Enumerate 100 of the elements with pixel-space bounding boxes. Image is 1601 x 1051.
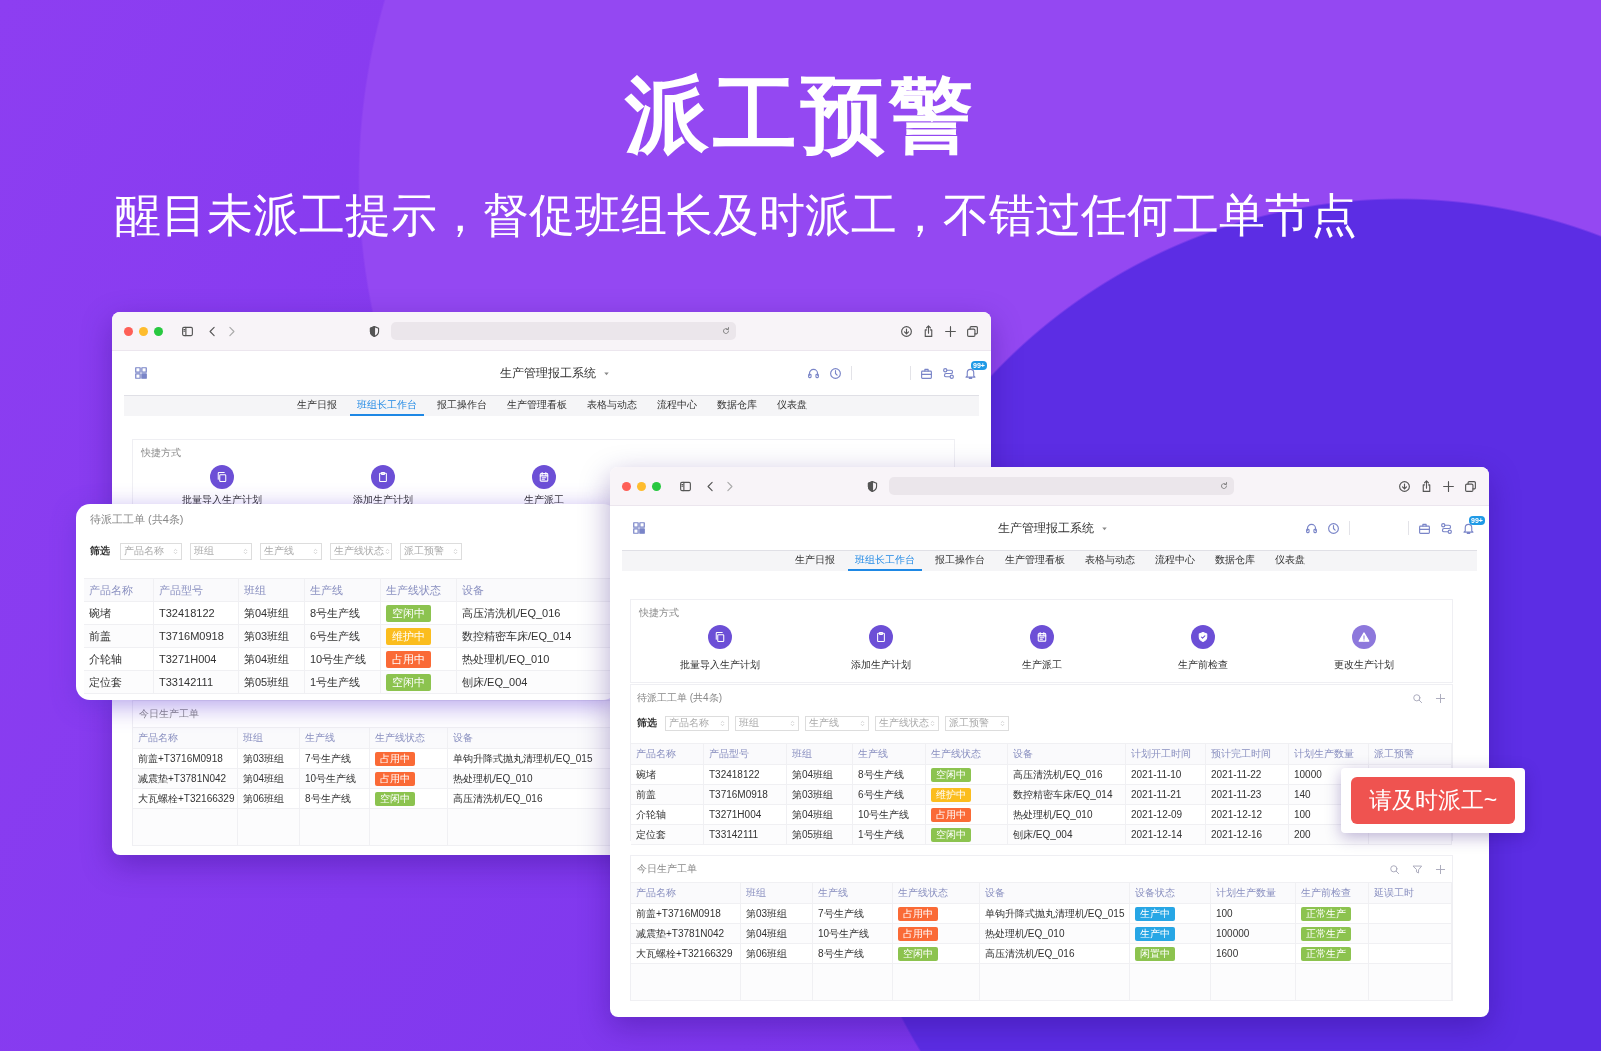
status-tag: 正常生产 bbox=[1301, 926, 1351, 941]
shield-icon[interactable] bbox=[1190, 625, 1215, 649]
nav-tab[interactable]: 数据仓库 bbox=[709, 396, 764, 416]
bell-icon[interactable] bbox=[964, 366, 977, 380]
apps-grid-icon[interactable] bbox=[134, 366, 148, 380]
nav-tab[interactable]: 表格与动态 bbox=[1077, 551, 1142, 571]
add-icon[interactable] bbox=[1435, 863, 1446, 875]
download-icon[interactable] bbox=[900, 324, 913, 338]
clock-icon[interactable] bbox=[1327, 521, 1340, 535]
app-title[interactable]: 生产管理报工系统 bbox=[500, 364, 596, 382]
sidebar-icon[interactable] bbox=[679, 479, 692, 493]
search-icon[interactable] bbox=[1389, 863, 1400, 875]
share-icon[interactable] bbox=[922, 324, 935, 338]
route-icon[interactable] bbox=[942, 366, 955, 380]
maximize-button[interactable] bbox=[652, 481, 661, 491]
shortcut-label[interactable]: 生产前检查 bbox=[1177, 658, 1228, 672]
shortcut-label[interactable]: 生产派工 bbox=[523, 493, 564, 507]
status-tag: 占用中 bbox=[375, 771, 415, 786]
reload-icon[interactable] bbox=[720, 326, 731, 336]
nav-tab[interactable]: 表格与动态 bbox=[579, 396, 644, 416]
search-icon[interactable] bbox=[1412, 692, 1423, 704]
briefcase-icon[interactable] bbox=[920, 366, 933, 380]
status-tag: 正常生产 bbox=[1301, 946, 1351, 961]
tabs-icon[interactable] bbox=[1464, 479, 1477, 493]
filter-label: 筛选 bbox=[90, 544, 110, 558]
nav-tab[interactable]: 流程中心 bbox=[649, 396, 704, 416]
tabs-icon[interactable] bbox=[966, 324, 979, 338]
shortcut-label[interactable]: 更改生产计划 bbox=[1333, 658, 1394, 672]
warning-icon[interactable] bbox=[1351, 625, 1376, 649]
column-header: 班组 bbox=[787, 744, 853, 764]
column-header: 产品名称 bbox=[84, 579, 154, 601]
new-tab-icon[interactable] bbox=[1442, 479, 1455, 493]
headset-icon[interactable] bbox=[807, 366, 820, 380]
shield-icon[interactable] bbox=[367, 324, 381, 338]
nav-tab[interactable]: 数据仓库 bbox=[1207, 551, 1262, 571]
clipboard-icon[interactable] bbox=[370, 465, 395, 489]
clipboard-icon[interactable] bbox=[868, 625, 893, 649]
nav-tab[interactable]: 班组长工作台 bbox=[847, 551, 922, 571]
column-header: 生产线 bbox=[813, 883, 893, 903]
share-icon[interactable] bbox=[1420, 479, 1433, 493]
shortcut-label[interactable]: 批量导入生产计划 bbox=[181, 493, 262, 507]
table-cell: 100000 bbox=[1211, 924, 1296, 943]
route-icon[interactable] bbox=[1440, 521, 1453, 535]
status-tag: 维护中 bbox=[386, 627, 431, 645]
nav-tab[interactable]: 生产管理看板 bbox=[997, 551, 1072, 571]
nav-tab[interactable]: 班组长工作台 bbox=[349, 396, 424, 416]
table-cell: 碗堵 bbox=[631, 765, 704, 784]
nav-tab[interactable]: 仪表盘 bbox=[1267, 551, 1312, 571]
reminder-message: 请及时派工~ bbox=[1351, 777, 1515, 824]
maximize-button[interactable] bbox=[154, 326, 163, 336]
bell-icon[interactable] bbox=[1462, 521, 1475, 535]
column-header: 产品名称 bbox=[133, 728, 238, 748]
copy-icon[interactable] bbox=[707, 625, 732, 649]
calendar-icon[interactable] bbox=[1029, 625, 1054, 649]
table-cell: 前盖 bbox=[631, 785, 704, 804]
nav-tab[interactable]: 报工操作台 bbox=[429, 396, 494, 416]
table-cell: 2021-11-21 bbox=[1126, 785, 1206, 804]
headset-icon[interactable] bbox=[1305, 521, 1318, 535]
nav-tab[interactable]: 流程中心 bbox=[1147, 551, 1202, 571]
download-icon[interactable] bbox=[1398, 479, 1411, 493]
shortcut-label[interactable]: 添加生产计划 bbox=[352, 493, 413, 507]
reload-icon[interactable] bbox=[1218, 481, 1229, 491]
sort-arrows-icon bbox=[999, 718, 1006, 728]
new-tab-icon[interactable] bbox=[944, 324, 957, 338]
apps-grid-icon[interactable] bbox=[632, 521, 646, 535]
calendar-icon[interactable] bbox=[531, 465, 556, 489]
nav-tab[interactable]: 生产日报 bbox=[787, 551, 842, 571]
copy-icon[interactable] bbox=[209, 465, 234, 489]
column-header: 设备状态 bbox=[1130, 883, 1211, 903]
nav-tab[interactable]: 生产日报 bbox=[289, 396, 344, 416]
shortcut-label[interactable]: 批量导入生产计划 bbox=[679, 658, 760, 672]
table-cell: 减震垫+T3781N042 bbox=[631, 924, 741, 943]
table-cell: T3716M0918 bbox=[704, 785, 787, 804]
status-tag: 空闲中 bbox=[898, 946, 938, 961]
close-button[interactable] bbox=[622, 481, 631, 491]
app-title[interactable]: 生产管理报工系统 bbox=[998, 519, 1094, 537]
table-cell: 定位套 bbox=[631, 825, 704, 844]
close-button[interactable] bbox=[124, 326, 133, 336]
table-cell: 第05班组 bbox=[239, 671, 305, 693]
column-header: 产品型号 bbox=[154, 579, 239, 601]
table-cell: 7号生产线 bbox=[300, 749, 370, 768]
nav-tab[interactable]: 报工操作台 bbox=[927, 551, 992, 571]
shortcut-label[interactable]: 添加生产计划 bbox=[850, 658, 911, 672]
shortcut-label[interactable]: 生产派工 bbox=[1021, 658, 1062, 672]
table-cell: 2021-11-22 bbox=[1206, 765, 1289, 784]
filter-icon[interactable] bbox=[1412, 863, 1423, 875]
status-tag: 占用中 bbox=[375, 751, 415, 766]
status-tag: 生产中 bbox=[1135, 926, 1175, 941]
table-cell: 前盖+T3716M0918 bbox=[133, 749, 238, 768]
sidebar-icon[interactable] bbox=[181, 324, 194, 338]
sort-arrows-icon bbox=[242, 546, 249, 556]
nav-tab[interactable]: 生产管理看板 bbox=[499, 396, 574, 416]
table-cell: 大瓦螺栓+T32166329 bbox=[631, 944, 741, 963]
status-tag: 闲置中 bbox=[1135, 946, 1175, 961]
add-icon[interactable] bbox=[1435, 692, 1446, 704]
shield-icon[interactable] bbox=[865, 479, 879, 493]
clock-icon[interactable] bbox=[829, 366, 842, 380]
nav-tab[interactable]: 仪表盘 bbox=[769, 396, 814, 416]
column-header: 生产线状态 bbox=[893, 883, 980, 903]
briefcase-icon[interactable] bbox=[1418, 521, 1431, 535]
